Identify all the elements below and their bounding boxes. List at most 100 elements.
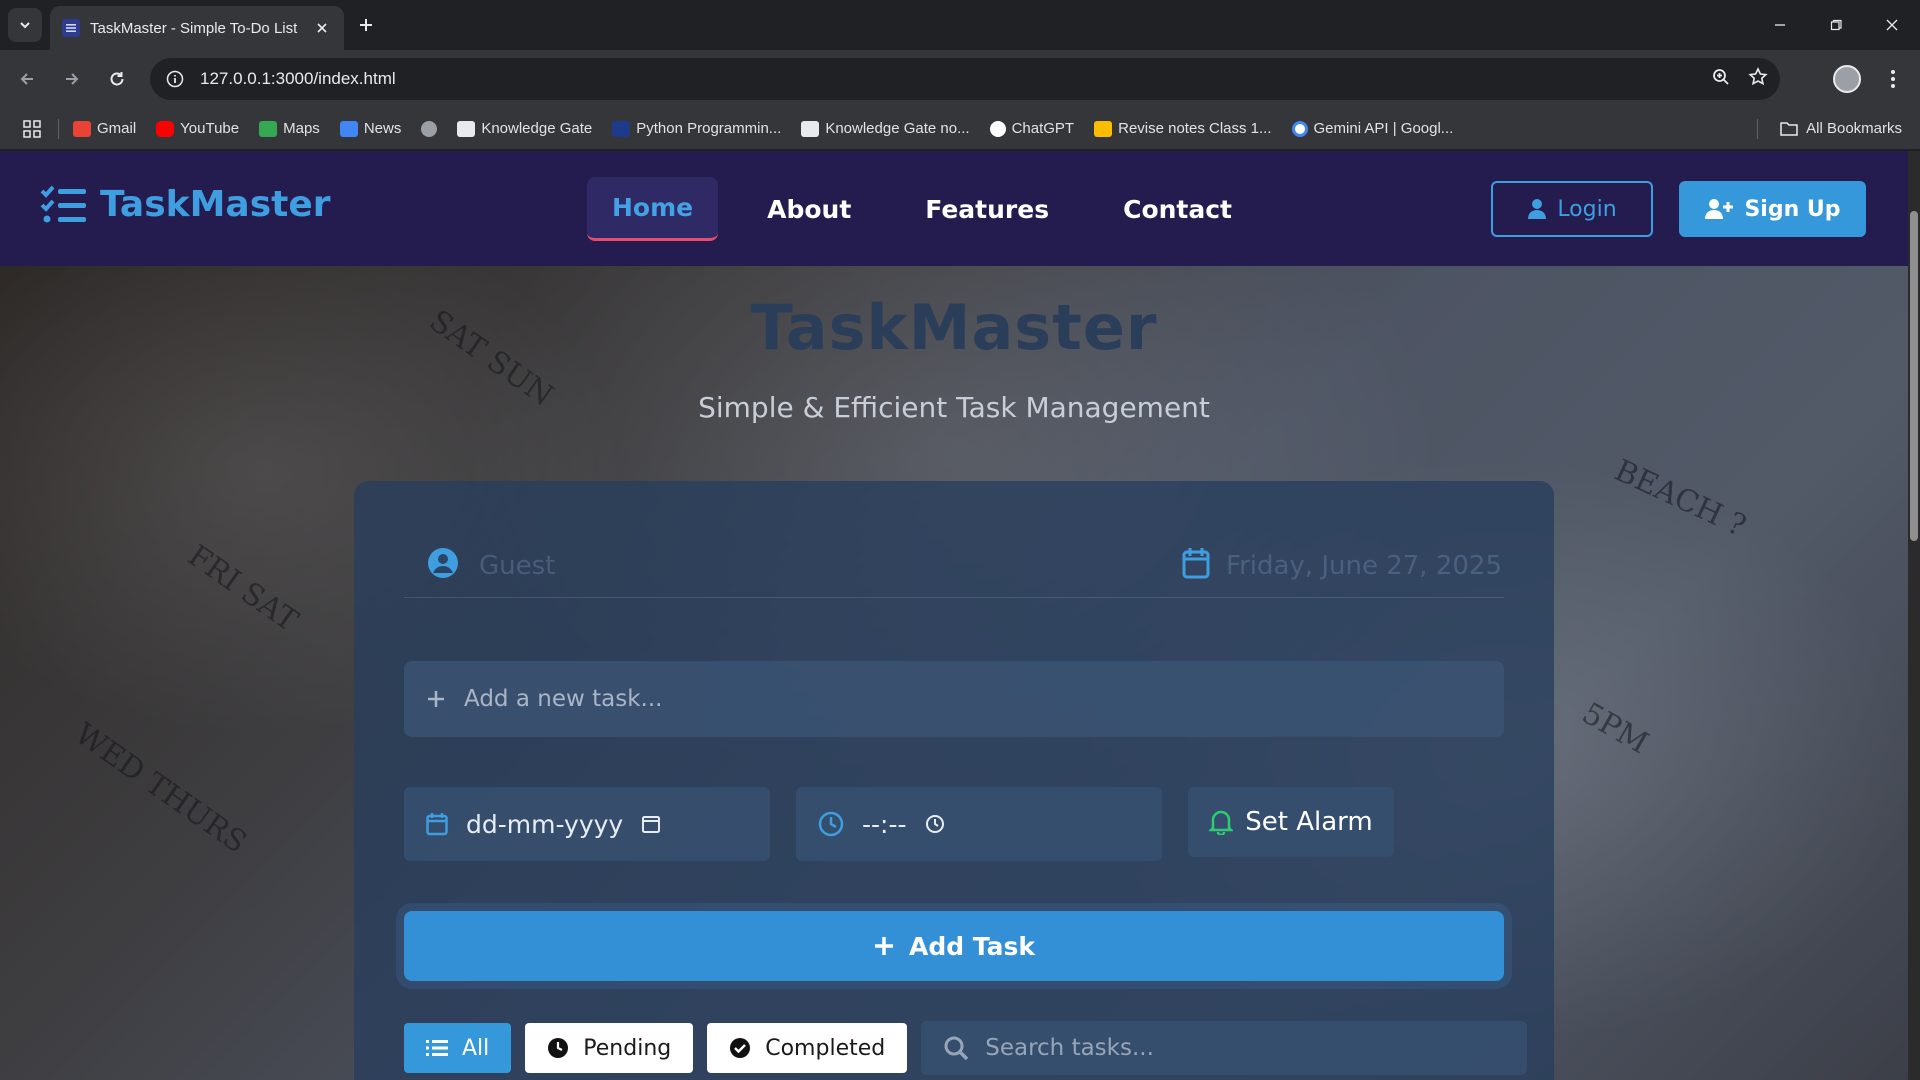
knowledge-gate-icon — [801, 120, 820, 137]
browser-menu-icon[interactable] — [1880, 66, 1906, 92]
bookmark-gmail[interactable]: Gmail — [73, 120, 136, 137]
set-alarm-label: Set Alarm — [1245, 807, 1373, 837]
news-icon — [339, 120, 358, 137]
card-info-bar: Guest Friday, June 27, 2025 — [404, 523, 1504, 598]
filter-all-button[interactable]: All — [404, 1023, 512, 1073]
user-plus-icon — [1705, 199, 1734, 219]
bookmark-chatgpt[interactable]: ChatGPT — [989, 120, 1074, 137]
user-name: Guest — [479, 551, 556, 581]
plus-icon — [428, 691, 444, 707]
bookmark-youtube[interactable]: YouTube — [156, 120, 239, 137]
new-tab-plus-icon[interactable] — [354, 13, 378, 37]
chatgpt-icon — [989, 120, 1006, 137]
google-icon — [1291, 120, 1308, 137]
bookmark-maps[interactable]: Maps — [259, 120, 320, 137]
browser-tabstrip: TaskMaster - Simple To-Do List — [0, 0, 1920, 50]
background-scribble: 5PM — [1575, 695, 1655, 762]
back-arrow-icon[interactable] — [12, 64, 42, 94]
task-card: Guest Friday, June 27, 2025 dd-mm-yyyy -… — [354, 481, 1554, 1080]
background-scribble: FRI SAT — [181, 538, 305, 639]
url-text: 127.0.0.1:3000/index.html — [200, 69, 396, 88]
python-icon — [612, 120, 631, 137]
new-task-field[interactable] — [404, 661, 1504, 737]
bookmark-news[interactable]: News — [339, 120, 402, 137]
nav-about[interactable]: About — [742, 177, 876, 241]
background-scribble: WED THURS — [68, 716, 253, 861]
time-picker-icon[interactable] — [925, 814, 945, 834]
search-icon — [944, 1036, 969, 1061]
checklist-icon — [40, 185, 86, 222]
current-date: Friday, June 27, 2025 — [1226, 551, 1502, 581]
bookmark-label: Gmail — [97, 120, 137, 137]
bookmark-python[interactable]: Python Programmin... — [612, 120, 781, 137]
close-window-icon[interactable] — [1864, 0, 1920, 50]
filter-all-label: All — [462, 1035, 490, 1061]
tab-close-icon[interactable] — [312, 18, 332, 38]
browser-tab[interactable]: TaskMaster - Simple To-Do List — [50, 6, 344, 50]
forward-arrow-icon[interactable] — [57, 64, 87, 94]
due-date-field[interactable]: dd-mm-yyyy — [404, 787, 770, 861]
filter-completed-label: Completed — [765, 1035, 886, 1061]
due-time-field[interactable]: --:-- — [796, 787, 1162, 861]
site-logo[interactable]: TaskMaster — [40, 184, 331, 225]
date-field-value: dd-mm-yyyy — [466, 809, 624, 839]
minimize-icon[interactable] — [1752, 0, 1808, 50]
login-label: Login — [1557, 196, 1617, 222]
new-task-input[interactable] — [464, 686, 1364, 712]
add-task-button[interactable]: Add Task — [404, 911, 1504, 981]
search-tasks-field[interactable]: Search tasks... — [921, 1021, 1528, 1075]
bookmark-knowledge-gate[interactable]: Knowledge Gate — [457, 120, 592, 137]
bookmark-label: Python Programmin... — [636, 120, 782, 137]
reload-icon[interactable] — [102, 64, 132, 94]
bookmark-label: Gemini API | Googl... — [1313, 120, 1454, 137]
restore-icon[interactable] — [1808, 0, 1864, 50]
knowledge-gate-icon — [457, 120, 476, 137]
tab-search-button[interactable] — [8, 8, 42, 42]
hero-subtitle: Simple & Efficient Task Management — [698, 391, 1210, 424]
youtube-icon — [156, 120, 175, 137]
user-icon — [1528, 199, 1547, 219]
bookmark-knowledge-gate-notes[interactable]: Knowledge Gate no... — [801, 120, 970, 137]
zoom-icon[interactable] — [1712, 68, 1730, 90]
signup-button[interactable]: Sign Up — [1679, 181, 1866, 237]
task-filters: All Pending Completed Search tasks... — [404, 1021, 1528, 1075]
user-circle-icon — [428, 548, 458, 578]
due-inputs-row: dd-mm-yyyy --:-- Set Alarm — [404, 787, 1394, 861]
set-alarm-button[interactable]: Set Alarm — [1188, 787, 1394, 857]
tab-title: TaskMaster - Simple To-Do List — [90, 19, 298, 37]
bookmark-label: News — [363, 120, 402, 137]
search-placeholder: Search tasks... — [985, 1035, 1154, 1061]
bookmark-label: Revise notes Class 1... — [1118, 120, 1272, 137]
all-bookmarks[interactable]: All Bookmarks — [1780, 120, 1902, 137]
bookmark-gemini[interactable]: Gemini API | Googl... — [1291, 120, 1454, 137]
gmail-icon — [73, 120, 91, 137]
list-icon — [426, 1040, 448, 1056]
add-task-label: Add Task — [908, 931, 1036, 961]
address-bar[interactable]: 127.0.0.1:3000/index.html — [150, 58, 1780, 100]
profile-avatar[interactable] — [1833, 65, 1861, 93]
nav-contact[interactable]: Contact — [1098, 177, 1257, 241]
page-viewport: SAT SUN FRI SAT WED THURS BEACH ? 5PM Ta… — [0, 151, 1908, 1080]
nav-home[interactable]: Home — [587, 177, 719, 241]
filter-completed-button[interactable]: Completed — [707, 1023, 908, 1073]
bookmark-label: Maps — [283, 120, 320, 137]
bookmark-globe[interactable] — [421, 120, 438, 137]
login-button[interactable]: Login — [1491, 181, 1653, 237]
scrollbar-thumb[interactable] — [1910, 211, 1918, 541]
plus-icon — [874, 937, 893, 955]
signup-label: Sign Up — [1744, 196, 1841, 222]
filter-pending-label: Pending — [583, 1035, 672, 1061]
page-scrollbar[interactable] — [1908, 151, 1920, 1080]
maps-icon — [259, 120, 278, 137]
site-header: TaskMaster Home About Features Contact L… — [0, 151, 1908, 266]
nav-features[interactable]: Features — [900, 177, 1074, 241]
bookmark-star-icon[interactable] — [1748, 67, 1768, 91]
date-picker-icon[interactable] — [641, 814, 661, 834]
check-circle-icon — [730, 1038, 751, 1058]
apps-grid-icon[interactable] — [20, 117, 44, 141]
logo-text: TaskMaster — [100, 184, 331, 225]
clock-icon — [548, 1038, 569, 1058]
filter-pending-button[interactable]: Pending — [525, 1023, 694, 1073]
bookmark-revise-notes[interactable]: Revise notes Class 1... — [1094, 120, 1272, 137]
site-info-icon[interactable] — [162, 66, 188, 92]
